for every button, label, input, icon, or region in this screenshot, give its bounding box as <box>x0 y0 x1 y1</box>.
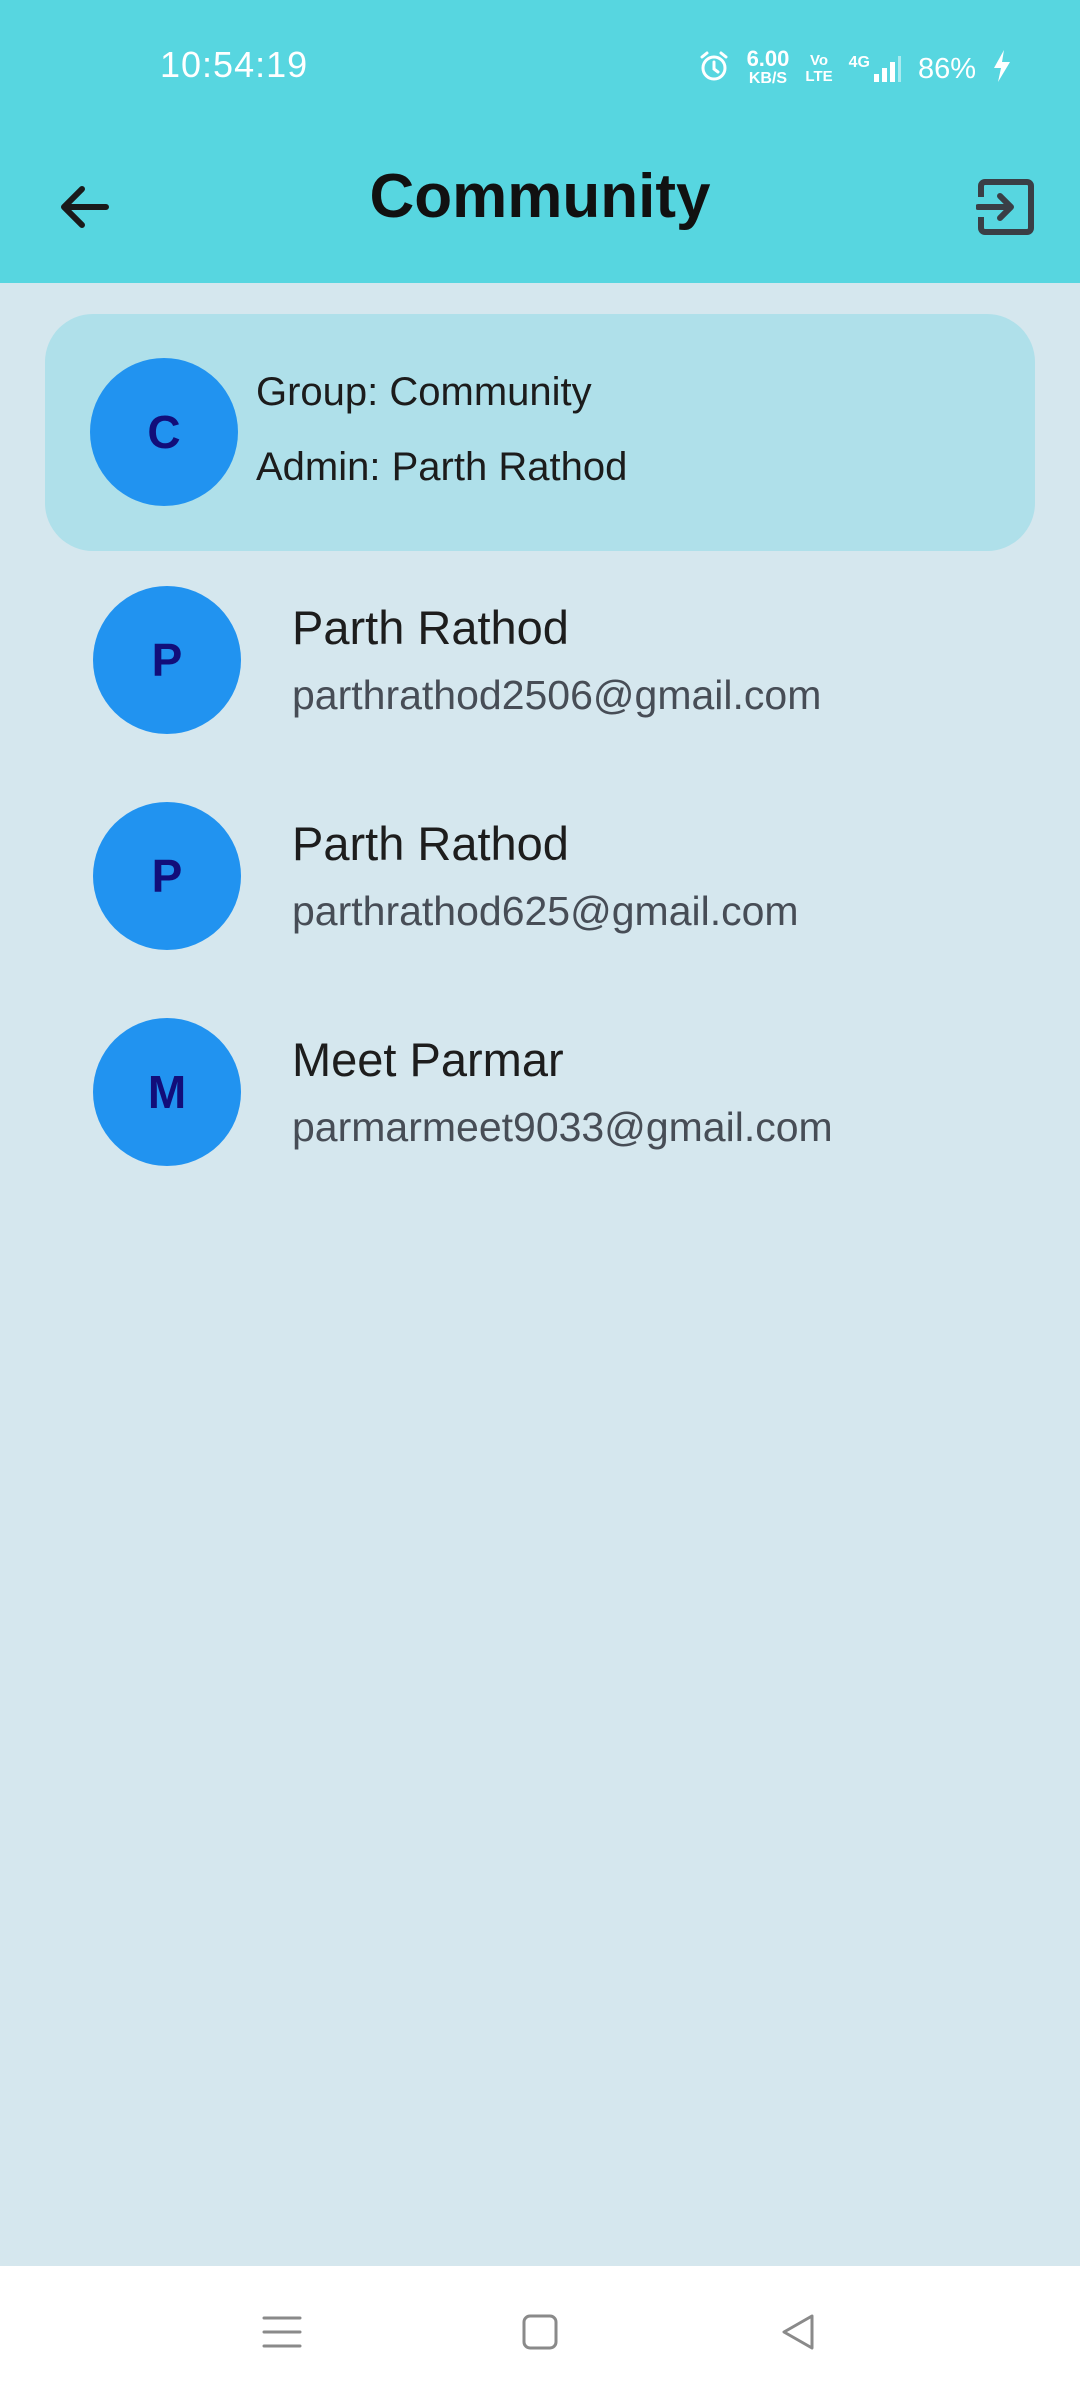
member-avatar: P <box>93 802 241 950</box>
member-email: parmarmeet9033@gmail.com <box>292 1104 833 1150</box>
member-list-item[interactable]: M Meet Parmar parmarmeet9033@gmail.com <box>0 1018 1080 1188</box>
group-name: Group: Community <box>256 370 592 414</box>
square-home-icon <box>520 2312 560 2357</box>
speed-value: 6.00 <box>746 46 790 71</box>
exit-group-button[interactable] <box>968 171 1044 247</box>
member-avatar: M <box>93 1018 241 1166</box>
member-name: Meet Parmar <box>292 1033 564 1086</box>
page-title: Community <box>369 162 711 231</box>
member-email: parthrathod625@gmail.com <box>292 888 799 934</box>
group-avatar: C <box>90 358 238 506</box>
app-bar: Community <box>0 135 1080 283</box>
volte-indicator: Vo LTE <box>805 53 832 85</box>
system-back-button[interactable] <box>766 2302 830 2366</box>
recent-apps-button[interactable] <box>250 2302 314 2366</box>
member-name: Parth Rathod <box>292 817 569 870</box>
triangle-back-icon <box>778 2312 818 2357</box>
member-name: Parth Rathod <box>292 601 569 654</box>
volte-bottom: LTE <box>805 68 833 85</box>
speed-unit: KB/S <box>748 70 788 87</box>
network-type: 4G <box>848 54 870 71</box>
signal-icon: 4G <box>849 54 902 84</box>
menu-icon <box>262 2312 302 2357</box>
member-email: parthrathod2506@gmail.com <box>292 672 822 718</box>
volte-top: Vo <box>809 52 829 69</box>
home-button[interactable] <box>508 2302 572 2366</box>
network-speed: 6.00 KB/S <box>746 46 790 89</box>
battery-level: 86% <box>917 52 976 85</box>
group-admin: Admin: Parth Rathod <box>256 445 628 489</box>
member-avatar: P <box>93 586 241 734</box>
status-icons: 6.00 KB/S Vo LTE 4G 86% <box>697 46 1012 92</box>
alarm-icon <box>697 49 731 90</box>
member-list-item[interactable]: P Parth Rathod parthrathod2506@gmail.com <box>0 586 1080 756</box>
exit-to-app-icon <box>975 177 1036 242</box>
group-info-card[interactable]: C Group: Community Admin: Parth Rathod <box>45 314 1035 551</box>
status-bar: 10:54:19 6.00 KB/S Vo LTE 4G 86% <box>0 0 1080 135</box>
member-list-item[interactable]: P Parth Rathod parthrathod625@gmail.com <box>0 802 1080 972</box>
charging-icon <box>992 49 1012 89</box>
status-time: 10:54:19 <box>160 44 309 85</box>
system-nav-bar <box>0 2266 1080 2400</box>
